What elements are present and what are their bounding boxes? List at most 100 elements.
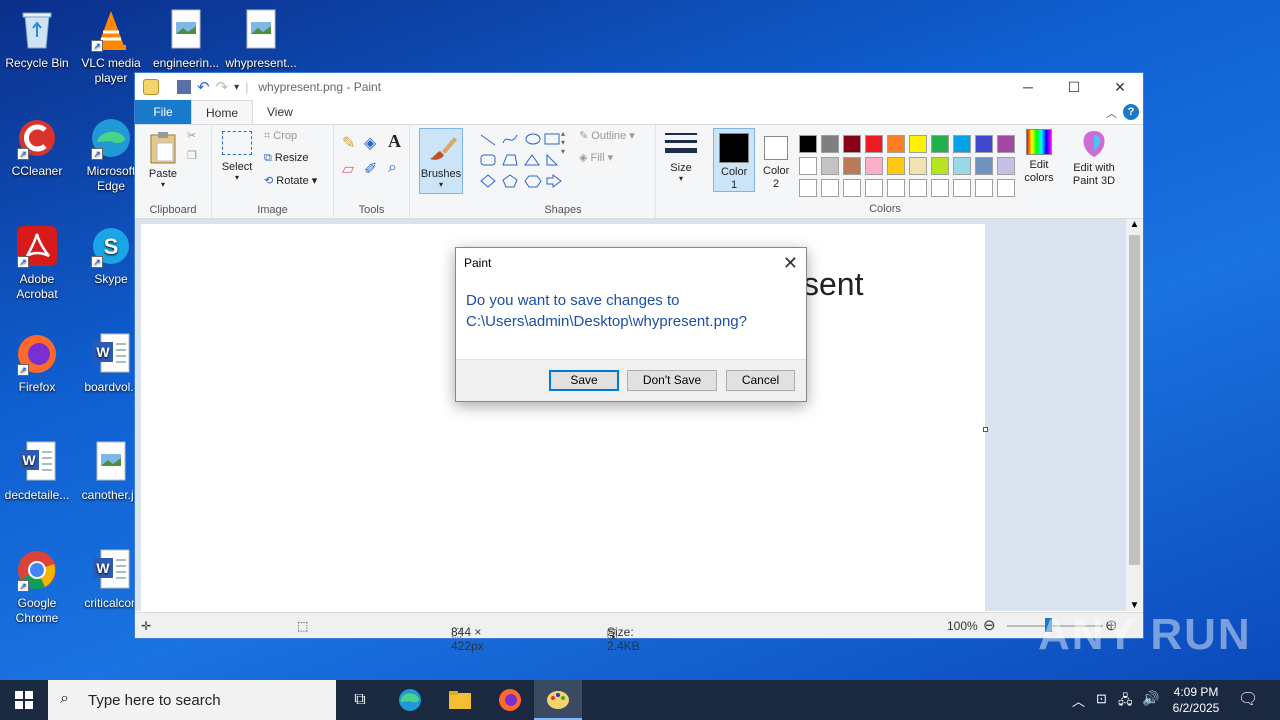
tab-view[interactable]: View xyxy=(253,100,307,124)
edit-paint3d-button[interactable]: Edit with Paint 3D xyxy=(1067,129,1121,188)
palette-swatch[interactable] xyxy=(865,135,883,153)
eraser-icon[interactable]: ▱ xyxy=(342,159,354,179)
paste-button[interactable]: Paste ▾ xyxy=(143,131,183,189)
fill-bucket-icon[interactable]: ◈ xyxy=(364,133,376,153)
taskbar-search-box[interactable]: ⌕ Type here to search xyxy=(48,680,336,720)
scroll-thumb[interactable] xyxy=(1129,235,1140,565)
magnifier-icon[interactable]: ⌕ xyxy=(388,159,397,177)
shapes-scroll-icon[interactable]: ▴ ▾ ▾ xyxy=(561,129,565,156)
color2-swatch xyxy=(764,136,788,160)
desktop-icon-ccleaner[interactable]: ↗ CCleaner xyxy=(1,116,73,179)
start-button[interactable] xyxy=(0,680,48,720)
palette-swatch[interactable] xyxy=(821,157,839,175)
copy-icon[interactable]: ❐ xyxy=(187,149,197,162)
taskbar-explorer-icon[interactable] xyxy=(440,680,480,720)
close-button[interactable]: ✕ xyxy=(1097,73,1143,101)
palette-swatch[interactable] xyxy=(975,135,993,153)
palette-swatch[interactable] xyxy=(909,179,927,197)
text-tool-icon[interactable]: A xyxy=(388,131,401,152)
canvas-resize-handle[interactable] xyxy=(983,427,988,432)
crop-button[interactable]: ⌗ Crop xyxy=(264,130,297,143)
zoom-out-icon[interactable]: ⊖ xyxy=(983,616,996,634)
outline-button[interactable]: ✎ Outline ▾ xyxy=(579,129,635,142)
size-label: Size xyxy=(670,162,692,174)
palette-swatch[interactable] xyxy=(887,135,905,153)
tools-group-label: Tools xyxy=(358,204,385,216)
palette-swatch[interactable] xyxy=(931,135,949,153)
desktop-icon-firefox[interactable]: ↗ Firefox xyxy=(1,332,73,395)
tray-overflow-icon[interactable]: ︿ xyxy=(1072,691,1085,710)
pencil-icon[interactable]: ✎ xyxy=(342,133,355,153)
palette-swatch[interactable] xyxy=(909,157,927,175)
palette-swatch[interactable] xyxy=(909,135,927,153)
palette-swatch[interactable] xyxy=(953,179,971,197)
fill-button[interactable]: ◈ Fill ▾ xyxy=(579,151,613,164)
save-button[interactable]: Save xyxy=(549,370,619,391)
dont-save-button[interactable]: Don't Save xyxy=(627,370,717,391)
resize-button[interactable]: ⧉ Resize xyxy=(264,152,309,165)
save-icon[interactable] xyxy=(177,80,191,94)
palette-swatch[interactable] xyxy=(799,157,817,175)
edit-colors-button[interactable]: Edit colors xyxy=(1019,129,1059,185)
palette-swatch[interactable] xyxy=(843,179,861,197)
palette-swatch[interactable] xyxy=(799,179,817,197)
tab-file[interactable]: File xyxy=(135,100,191,124)
cancel-button[interactable]: Cancel xyxy=(726,370,795,391)
desktop-icon-acrobat[interactable]: ↗ Adobe Acrobat xyxy=(1,224,73,302)
clock[interactable]: 4:09 PM 6/2/2025 xyxy=(1166,684,1226,716)
palette-swatch[interactable] xyxy=(843,157,861,175)
scroll-up-arrow[interactable]: ▲ xyxy=(1126,219,1143,230)
palette-swatch[interactable] xyxy=(997,179,1015,197)
size-button[interactable]: Size ▾ xyxy=(663,131,699,183)
rotate-button[interactable]: ⟲ Rotate ▾ xyxy=(264,174,317,187)
palette-swatch[interactable] xyxy=(887,157,905,175)
palette-swatch[interactable] xyxy=(799,135,817,153)
paint-app-icon[interactable] xyxy=(143,79,159,95)
palette-swatch[interactable] xyxy=(931,179,949,197)
palette-swatch[interactable] xyxy=(821,135,839,153)
desktop-icon-engineering[interactable]: engineerin... xyxy=(150,8,222,71)
maximize-button[interactable]: ☐ xyxy=(1051,73,1097,101)
palette-swatch[interactable] xyxy=(843,135,861,153)
palette-swatch[interactable] xyxy=(931,157,949,175)
color1-button[interactable]: Color 1 xyxy=(713,128,755,192)
palette-swatch[interactable] xyxy=(997,157,1015,175)
desktop-icon-decdetailed[interactable]: W decdetaile... xyxy=(1,440,73,503)
taskbar-firefox-icon[interactable] xyxy=(490,680,530,720)
brushes-button[interactable]: Brushes ▾ xyxy=(419,128,463,194)
dialog-close-icon[interactable]: ✕ xyxy=(783,253,798,274)
palette-swatch[interactable] xyxy=(887,179,905,197)
cut-icon[interactable]: ✂ xyxy=(187,129,196,142)
desktop-icon-chrome[interactable]: ↗ Google Chrome xyxy=(1,548,73,626)
help-icon[interactable]: ? xyxy=(1123,104,1139,120)
shapes-gallery[interactable] xyxy=(477,131,569,189)
network-icon[interactable]: 🖧 xyxy=(1118,691,1133,713)
volume-icon[interactable]: 🔊 xyxy=(1142,690,1159,707)
taskbar-edge-icon[interactable] xyxy=(390,680,430,720)
palette-swatch[interactable] xyxy=(953,157,971,175)
collapse-ribbon-icon[interactable]: ︿ xyxy=(1106,105,1117,121)
tab-home[interactable]: Home xyxy=(191,100,254,124)
taskbar-paint-icon[interactable] xyxy=(534,680,582,720)
notifications-icon[interactable]: 🗨 xyxy=(1238,689,1258,709)
palette-swatch[interactable] xyxy=(975,157,993,175)
color2-button[interactable]: Color 2 xyxy=(759,128,793,191)
task-view-icon[interactable]: ⧉ xyxy=(340,680,380,720)
vertical-scrollbar[interactable]: ▲ ▼ xyxy=(1126,219,1143,611)
desktop-icon-whypresent[interactable]: whypresent... xyxy=(225,8,297,71)
tray-device-icon[interactable]: ⊡ xyxy=(1096,691,1107,707)
palette-swatch[interactable] xyxy=(953,135,971,153)
palette-swatch[interactable] xyxy=(865,179,883,197)
palette-swatch[interactable] xyxy=(997,135,1015,153)
palette-swatch[interactable] xyxy=(975,179,993,197)
desktop-icon-recycle-bin[interactable]: Recycle Bin xyxy=(1,8,73,71)
customize-qa-icon[interactable]: ▾ xyxy=(234,82,239,93)
palette-swatch[interactable] xyxy=(865,157,883,175)
color-picker-icon[interactable]: ✐ xyxy=(364,159,377,179)
select-button[interactable]: Select ▾ xyxy=(220,131,254,182)
minimize-button[interactable]: ─ xyxy=(1005,73,1051,101)
palette-swatch[interactable] xyxy=(821,179,839,197)
undo-icon[interactable]: ↶ xyxy=(197,78,210,96)
redo-icon[interactable]: ↷ xyxy=(216,78,229,96)
fill-icon: ◈ xyxy=(579,152,591,164)
